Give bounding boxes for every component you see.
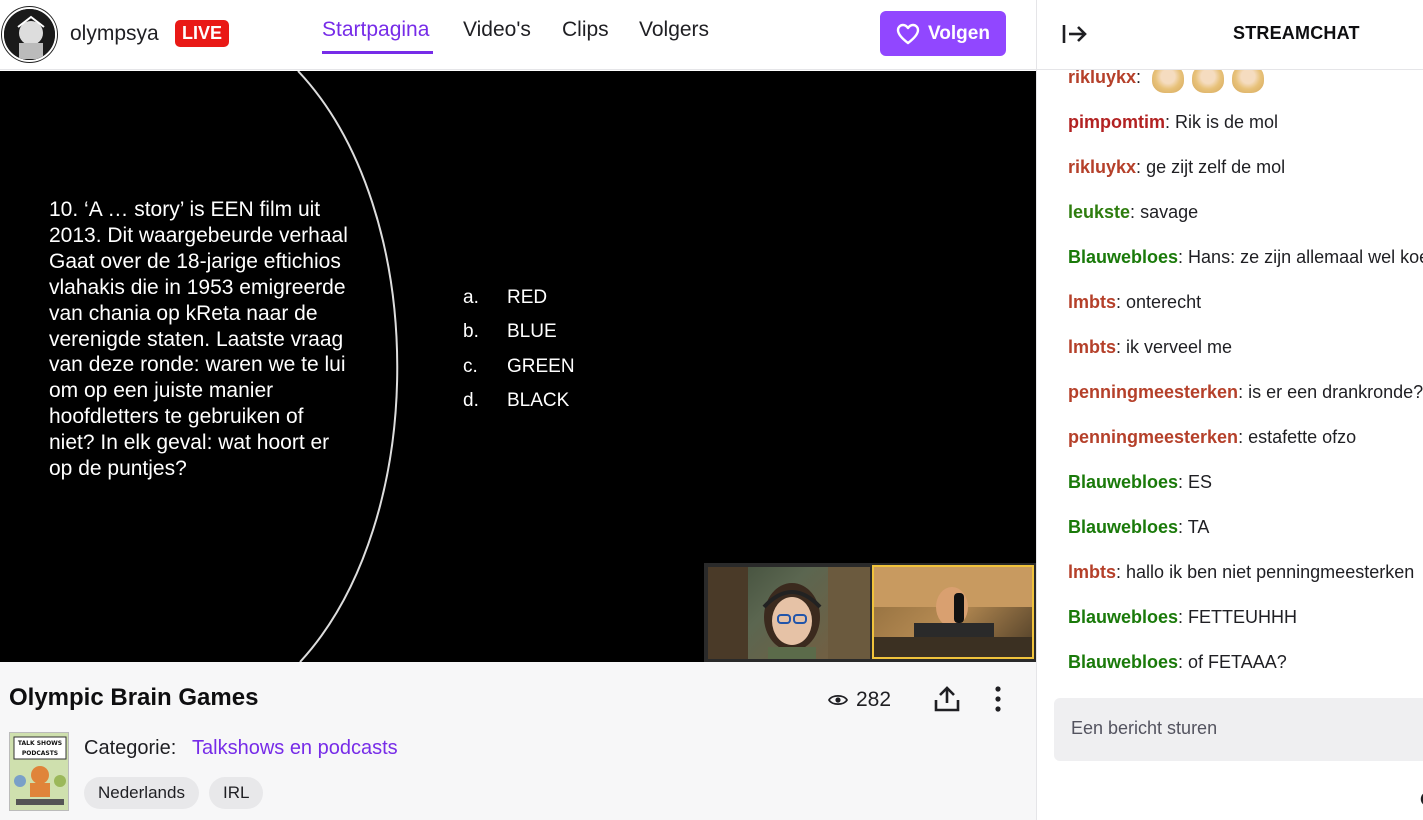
chat-username[interactable]: penningmeesterken [1068, 382, 1238, 402]
eye-icon [828, 694, 848, 706]
video-player[interactable]: 10. ‘A … story’ is EEN film uit 2013. Di… [0, 71, 1036, 662]
tag-nederlands[interactable]: Nederlands [84, 777, 199, 809]
person-silhouette [874, 567, 1032, 657]
chat-message: Blauwebloes: Hans: ze zijn allemaal wel … [1068, 247, 1423, 268]
chat-message: Blauwebloes: ES [1068, 472, 1212, 493]
answer-text: BLACK [507, 390, 570, 411]
person-silhouette [708, 567, 870, 659]
chat-text: onterecht [1121, 292, 1202, 312]
category-label: Categorie: [84, 737, 177, 759]
channel-avatar[interactable] [2, 7, 57, 62]
chat-message: Blauwebloes: TA [1068, 517, 1209, 538]
chat-text: is er een drankronde? [1243, 382, 1423, 402]
chat-text: ik verveel me [1121, 337, 1233, 357]
chat-message: pimpomtim: Rik is de mol [1068, 112, 1278, 133]
chat-message: leukste: savage [1068, 202, 1198, 223]
answer-letter: a. [463, 287, 479, 308]
category-art-image: TALK SHOWS PODCASTS [10, 733, 68, 810]
chat-header: STREAMCHAT [1037, 0, 1423, 70]
more-vertical-icon [995, 686, 1001, 712]
chat-message: lmbts: hallo ik ben niet penningmeesterk… [1068, 562, 1414, 583]
tab-videos[interactable]: Video's [463, 18, 531, 42]
chat-username[interactable]: Blauwebloes [1068, 652, 1178, 672]
chat-message: Blauwebloes: FETTEUHHH [1068, 607, 1297, 628]
follow-label: Volgen [928, 22, 990, 44]
chat-input-placeholder: Een bericht sturen [1071, 718, 1218, 738]
collapse-chat-button[interactable] [1061, 22, 1089, 46]
chat-username[interactable]: Blauwebloes [1068, 517, 1178, 537]
chat-message: lmbts: ik verveel me [1068, 337, 1232, 358]
chat-username[interactable]: Blauwebloes [1068, 607, 1178, 627]
chat-username[interactable]: Blauwebloes [1068, 247, 1178, 267]
chat-text: Hans: ze zijn allemaal wel koel [1183, 247, 1423, 267]
collapse-arrow-icon [1062, 25, 1087, 43]
chat-message: rikluykx: ge zijt zelf de mol [1068, 157, 1285, 178]
chat-input[interactable]: Een bericht sturen [1054, 698, 1423, 761]
chat-username[interactable]: penningmeesterken [1068, 427, 1238, 447]
chat-username[interactable]: rikluykx [1068, 157, 1136, 177]
chat-text: estafette ofzo [1243, 427, 1357, 447]
tab-startpagina[interactable]: Startpagina [322, 18, 429, 42]
heart-icon [896, 23, 920, 44]
category-link[interactable]: Talkshows en podcasts [192, 737, 398, 760]
viewer-count-value: 282 [856, 688, 892, 711]
chat-text: of FETAAA? [1183, 652, 1287, 672]
chat-text: Rik is de mol [1170, 112, 1279, 132]
tab-clips[interactable]: Clips [562, 18, 609, 42]
tab-volgers[interactable]: Volgers [639, 18, 709, 42]
chat-settings-button[interactable] [1417, 788, 1423, 810]
chat-username[interactable]: lmbts [1068, 562, 1116, 582]
chat-username[interactable]: lmbts [1068, 337, 1116, 357]
chat-message: lmbts: onterecht [1068, 292, 1201, 313]
webcam-feed-active [872, 565, 1034, 659]
chat-message: penningmeesterken: estafette ofzo [1068, 427, 1356, 448]
category-box-art[interactable]: TALK SHOWS PODCASTS [9, 732, 69, 811]
stream-title: Olympic Brain Games [9, 684, 259, 711]
svg-text:TALK SHOWS: TALK SHOWS [18, 740, 62, 747]
tag-irl[interactable]: IRL [209, 777, 264, 809]
app-root: olympsya LIVE Startpagina Video's Clips … [0, 0, 1423, 820]
chat-text: hallo ik ben niet penningmeesterken [1121, 562, 1415, 582]
chat-text: savage [1135, 202, 1199, 222]
svg-text:PODCASTS: PODCASTS [22, 750, 58, 757]
answer-letter: d. [463, 390, 479, 411]
more-options-button[interactable] [986, 684, 1010, 714]
answer-text: RED [507, 287, 548, 308]
chat-text: FETTEUHHH [1183, 607, 1298, 627]
share-icon [934, 686, 960, 712]
answer-text: BLUE [507, 321, 557, 342]
avatar-image [4, 9, 55, 60]
stream-info: Olympic Brain Games 282 TALK SHOWS PODCA… [0, 662, 1036, 820]
share-button[interactable] [932, 684, 962, 714]
chat-username[interactable]: lmbts [1068, 292, 1116, 312]
webcam-feed [708, 567, 870, 659]
chat-text: TA [1183, 517, 1210, 537]
chat-messages[interactable]: rikluykx: pimpomtim: Rik is de mol riklu… [1068, 0, 1423, 690]
channel-name[interactable]: olympsya [70, 22, 159, 46]
webcam-strip [704, 563, 1036, 662]
answer-letter: c. [463, 356, 478, 377]
follow-button[interactable]: Volgen [880, 11, 1006, 56]
answer-letter: b. [463, 321, 479, 342]
gear-icon [1420, 793, 1423, 805]
chat-message: Blauwebloes: of FETAAA? [1068, 652, 1287, 673]
quiz-question: 10. ‘A … story’ is EEN film uit 2013. Di… [49, 198, 348, 481]
channel-header: olympsya LIVE Startpagina Video's Clips … [0, 0, 1036, 70]
chat-username[interactable]: pimpomtim [1068, 112, 1165, 132]
chat-username[interactable]: leukste [1068, 202, 1130, 222]
chat-text: ES [1183, 472, 1213, 492]
answer-text: GREEN [507, 356, 575, 377]
chat-title: STREAMCHAT [1233, 23, 1360, 43]
active-tab-indicator [322, 51, 433, 54]
chat-message: penningmeesterken: is er een drankronde? [1068, 382, 1423, 403]
viewer-count: 282 [828, 688, 891, 712]
chat-username[interactable]: Blauwebloes [1068, 472, 1178, 492]
live-badge: LIVE [175, 20, 230, 47]
chat-text: ge zijt zelf de mol [1141, 157, 1286, 177]
stream-chat: rikluykx: pimpomtim: Rik is de mol riklu… [1036, 0, 1423, 820]
